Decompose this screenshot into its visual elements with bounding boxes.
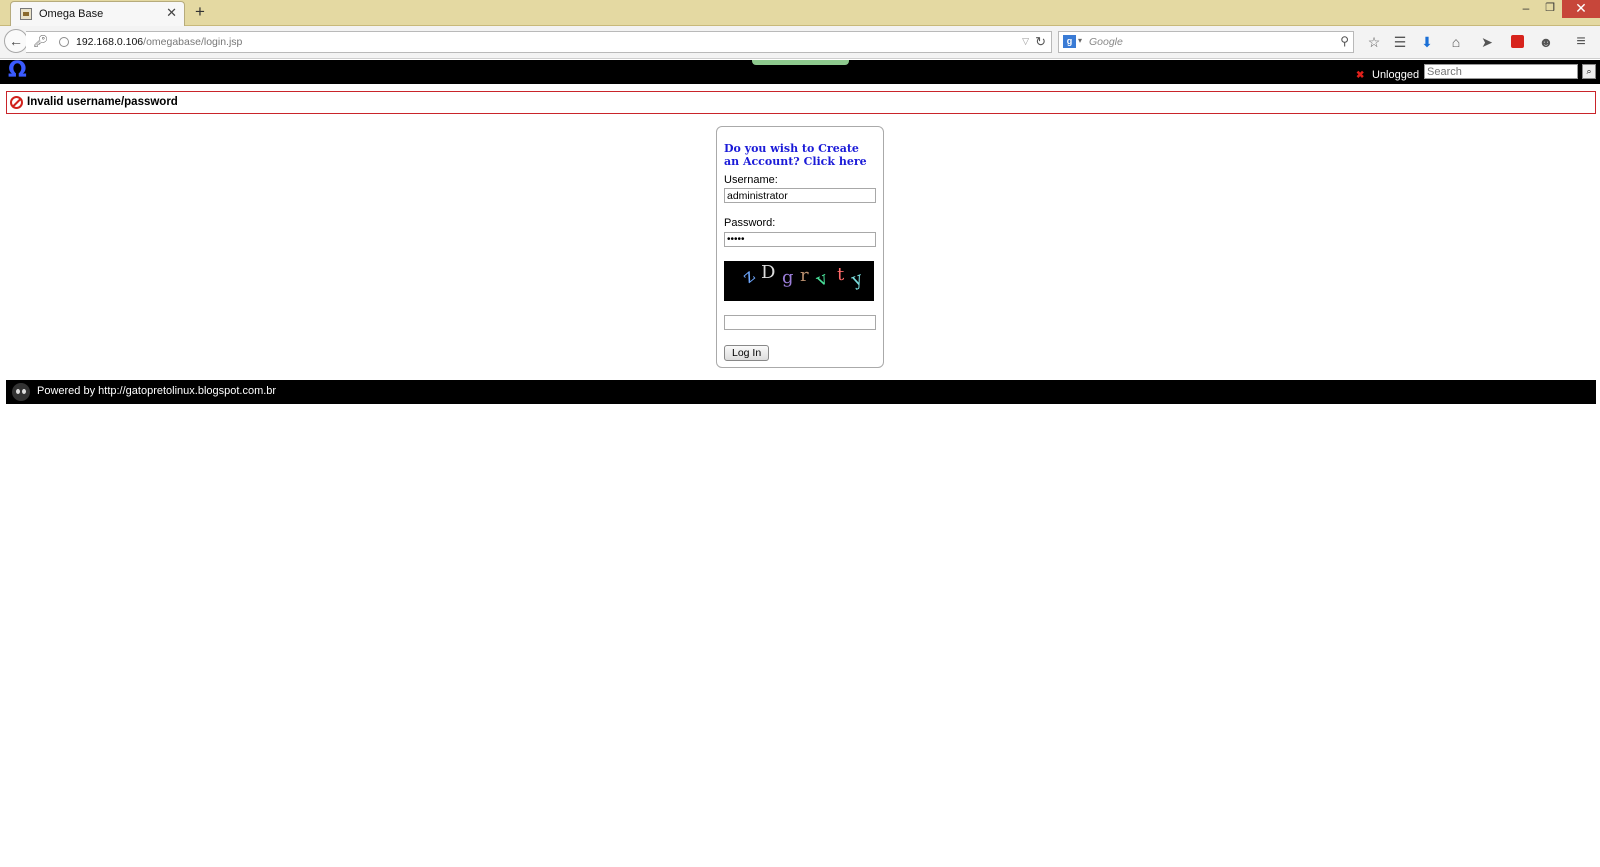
username-label: Username: — [724, 174, 778, 186]
captcha-image: z D g r v t y — [724, 261, 874, 301]
addon-red-icon[interactable] — [1506, 32, 1528, 52]
site-search-button-icon[interactable]: ⌕ — [1582, 64, 1596, 79]
window-close-button[interactable]: ✕ — [1562, 0, 1600, 18]
unlogged-status-icon: ✖ — [1356, 70, 1365, 81]
login-form: Do you wish to Create an Account? Click … — [716, 126, 884, 368]
error-message: Invalid username/password — [27, 96, 178, 108]
site-footer: Powered by http://gatopretolinux.blogspo… — [6, 380, 1596, 404]
url-path: /omegabase/login.jsp — [143, 36, 243, 48]
error-message-box: Invalid username/password — [6, 91, 1596, 114]
site-header: Ω ✖ Unlogged ⌕ — [0, 58, 1600, 84]
captcha-char: D — [761, 262, 776, 283]
url-history-dropdown-icon[interactable]: ▽ — [1022, 36, 1029, 47]
captcha-char: z — [738, 265, 760, 288]
send-icon[interactable]: ➤ — [1476, 32, 1498, 52]
downloads-icon[interactable]: ⬇ — [1416, 32, 1438, 52]
bookmarks-list-icon[interactable]: ☰ — [1389, 32, 1411, 52]
error-prohibited-icon — [10, 96, 23, 109]
window-restore-button[interactable]: ❐ — [1538, 0, 1562, 18]
browser-search-bar[interactable]: g ▾ Google ⚲ — [1058, 31, 1354, 53]
page-favicon-icon — [20, 8, 32, 20]
captcha-char: t — [837, 264, 845, 285]
window-minimize-button[interactable]: ‒ — [1514, 0, 1538, 18]
username-input[interactable] — [724, 188, 876, 203]
url-text[interactable]: 192.168.0.106/omegabase/login.jsp — [76, 36, 242, 48]
back-button[interactable]: ← — [4, 29, 28, 53]
google-engine-icon[interactable]: g — [1063, 35, 1076, 48]
tab-title: Omega Base — [39, 8, 104, 20]
create-account-link[interactable]: Do you wish to Create an Account? Click … — [724, 142, 874, 168]
menu-icon[interactable]: ≡ — [1570, 32, 1592, 52]
header-green-tab — [752, 60, 849, 65]
globe-icon — [59, 37, 69, 47]
browser-tab-strip: Omega Base ✕ + ‒ ❐ ✕ — [0, 0, 1600, 26]
black-cat-icon — [12, 383, 30, 401]
browser-navigation-bar: ← 🔑︎ 192.168.0.106/omegabase/login.jsp ▽… — [0, 26, 1600, 59]
address-bar[interactable]: 🔑︎ 192.168.0.106/omegabase/login.jsp ▽ ↻ — [26, 31, 1052, 53]
site-search-input[interactable] — [1424, 64, 1578, 79]
captcha-char: g — [782, 267, 794, 288]
search-placeholder: Google — [1089, 36, 1123, 48]
captcha-input[interactable] — [724, 315, 876, 330]
chat-icon[interactable]: ☻ — [1535, 32, 1557, 52]
password-label: Password: — [724, 217, 776, 229]
password-input[interactable]: ••••• — [724, 232, 876, 247]
search-magnifier-icon[interactable]: ⚲ — [1340, 34, 1349, 48]
browser-tab[interactable]: Omega Base ✕ — [10, 1, 185, 26]
site-identity-key-icon[interactable]: 🔑︎ — [33, 34, 48, 48]
powered-by-text: Powered by http://gatopretolinux.blogspo… — [37, 385, 277, 397]
home-icon[interactable]: ⌂ — [1445, 32, 1467, 52]
tab-close-icon[interactable]: ✕ — [166, 5, 177, 21]
engine-dropdown-icon[interactable]: ▾ — [1078, 36, 1082, 45]
bookmark-star-icon[interactable]: ☆ — [1363, 32, 1385, 52]
log-in-button[interactable]: Log In — [724, 345, 770, 361]
captcha-char: v — [813, 267, 832, 292]
captcha-char: y — [848, 267, 866, 292]
back-arrow-icon: ← — [9, 33, 23, 49]
omega-logo-icon[interactable]: Ω — [8, 58, 27, 83]
new-tab-button[interactable]: + — [195, 2, 205, 22]
login-status: Unlogged — [1372, 69, 1420, 81]
url-host: 192.168.0.106 — [76, 36, 144, 48]
captcha-char: r — [800, 265, 809, 286]
reload-icon[interactable]: ↻ — [1035, 34, 1046, 50]
